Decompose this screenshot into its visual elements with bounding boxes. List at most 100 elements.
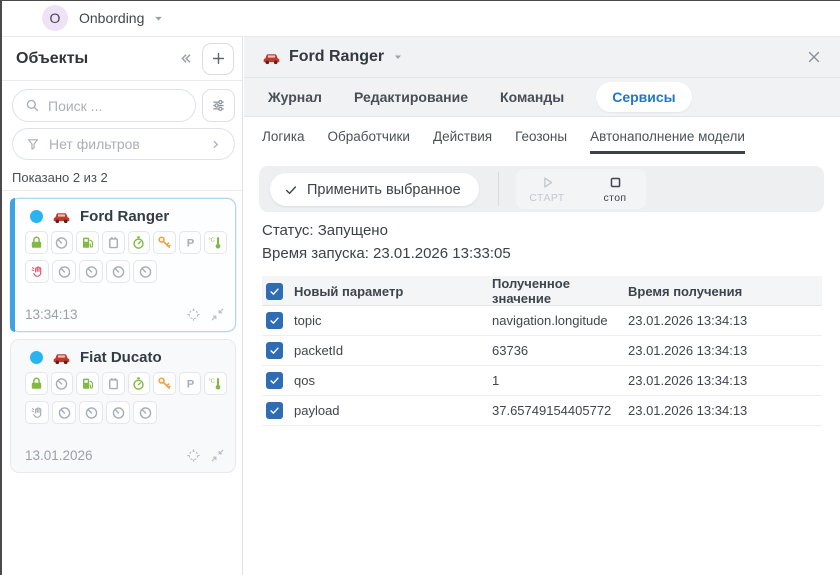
param-name-cell: topic [292,313,492,328]
objects-sidebar: Объекты Нет фильтров Показано 2 из 2 For… [0,37,243,575]
search-input[interactable] [48,98,185,114]
vehicle-icon [52,350,71,365]
battery-icon[interactable] [102,231,125,254]
status-dot [30,210,43,223]
parking-icon[interactable]: P [179,231,202,254]
gauge-icon[interactable] [133,401,157,424]
tab-команды[interactable]: Команды [500,89,564,105]
tab-сервисы[interactable]: Сервисы [596,82,691,112]
search-icon [25,98,40,113]
collapse-card-shrink-icon[interactable] [210,307,225,322]
row-checkbox[interactable] [266,372,283,389]
fuel-icon[interactable] [76,372,99,395]
locate-crosshair-icon[interactable] [186,307,201,322]
funnel-icon [26,137,40,151]
filters-pill[interactable]: Нет фильтров [12,128,235,160]
launch-time-text: Время запуска: 23.01.2026 13:33:05 [262,242,511,265]
locate-crosshair-icon[interactable] [186,448,201,463]
apply-selected-button[interactable]: Применить выбранное [270,173,479,206]
collapse-sidebar-icon[interactable] [177,50,194,67]
column-header[interactable]: Полученное значение [492,276,628,306]
start-label: СТАРТ [529,192,564,204]
gauge-icon[interactable] [106,260,130,283]
parking-icon[interactable]: P [179,372,202,395]
stopwatch-icon[interactable] [128,372,151,395]
param-time-cell: 23.01.2026 13:34:13 [628,373,822,388]
stopwatch-icon[interactable] [128,231,151,254]
tune-sliders-icon [211,98,226,113]
row-checkbox[interactable] [266,312,283,329]
filters-label: Нет фильтров [49,136,200,152]
column-header[interactable]: Время получения [628,284,822,299]
gauge-icon[interactable] [79,401,103,424]
search-box[interactable] [12,89,196,122]
column-header[interactable]: Новый параметр [292,284,492,299]
object-card-ford-ranger[interactable]: Ford Ranger P °C 13:34:13 [10,198,236,332]
thermometer-icon[interactable]: °C [204,231,227,254]
table-row: topic navigation.longitude 23.01.2026 13… [262,306,822,336]
subtab-логика[interactable]: Логика [262,119,305,156]
param-value-cell: navigation.longitude [492,313,628,328]
toolbar-divider [498,172,499,206]
hand-icon[interactable] [25,401,49,424]
collapse-card-shrink-icon[interactable] [210,448,225,463]
subtab-автонаполнение-модели[interactable]: Автонаполнение модели [590,119,745,156]
svg-text:°C: °C [209,237,215,243]
gauge-icon[interactable] [51,372,74,395]
search-settings-button[interactable] [202,89,235,122]
account-avatar[interactable]: O [42,5,68,31]
lock-icon[interactable] [25,231,48,254]
row-checkbox[interactable] [266,402,283,419]
select-all-checkbox[interactable] [266,283,283,300]
tab-журнал[interactable]: Журнал [268,89,322,105]
subtab-геозоны[interactable]: Геозоны [515,119,567,156]
gauge-icon[interactable] [133,260,157,283]
object-name: Ford Ranger [80,208,169,225]
start-stop-group: СТАРТ стоп [516,169,646,209]
account-name[interactable]: Onbording [79,10,144,26]
actions-toolbar: Применить выбранное СТАРТ стоп [259,166,824,212]
tab-редактирование[interactable]: Редактирование [354,89,468,105]
param-time-cell: 23.01.2026 13:34:13 [628,343,822,358]
main-tabs: Журнал Редактирование Команды Сервисы [244,78,840,117]
status-text: Статус: Запущено [262,219,511,242]
table-row: packetId 63736 23.01.2026 13:34:13 [262,336,822,366]
close-panel-icon[interactable] [806,49,822,65]
gauge-icon[interactable] [52,260,76,283]
stop-button[interactable]: стоп [588,174,642,204]
start-button[interactable]: СТАРТ [520,174,574,204]
object-name: Fiat Ducato [80,349,162,366]
gauge-icon[interactable] [106,401,130,424]
stop-label: стоп [603,192,626,204]
panel-header: Ford Ranger [244,37,840,78]
param-value-cell: 1 [492,373,628,388]
parameters-table: Новый параметр Полученное значение Время… [262,276,822,426]
hand-icon[interactable] [25,260,49,283]
gauge-icon[interactable] [51,231,74,254]
account-caret-down-icon[interactable] [152,12,165,25]
add-object-button[interactable] [202,43,234,75]
key-icon[interactable] [153,231,176,254]
param-name-cell: payload [292,403,492,418]
battery-icon[interactable] [102,372,125,395]
vehicle-icon [52,209,71,224]
gauge-icon[interactable] [52,401,76,424]
param-name-cell: qos [292,373,492,388]
table-header-row: Новый параметр Полученное значение Время… [262,276,822,306]
lock-icon[interactable] [25,372,48,395]
svg-text:P: P [186,238,194,250]
panel-caret-down-icon[interactable] [392,51,404,63]
gauge-icon[interactable] [79,260,103,283]
key-icon[interactable] [153,372,176,395]
fuel-icon[interactable] [76,231,99,254]
object-timestamp: 13:34:13 [25,307,177,322]
subtab-обработчики[interactable]: Обработчики [328,119,410,156]
sidebar-title: Объекты [16,50,177,68]
status-dot [30,351,43,364]
param-time-cell: 23.01.2026 13:34:13 [628,403,822,418]
subtab-действия[interactable]: Действия [433,119,492,156]
thermometer-icon[interactable]: °C [204,372,227,395]
row-checkbox[interactable] [266,342,283,359]
play-icon [539,174,556,191]
object-card-fiat-ducato[interactable]: Fiat Ducato P°C 13.01.2026 [10,339,236,473]
